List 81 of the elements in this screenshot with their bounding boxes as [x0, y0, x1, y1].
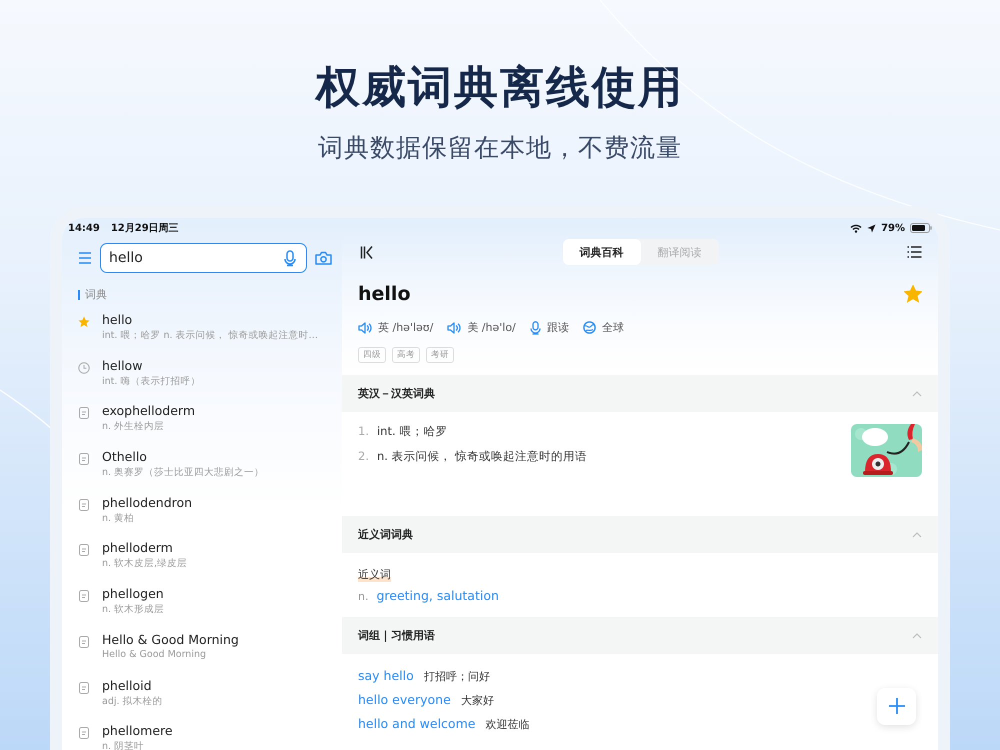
document-icon	[79, 590, 89, 602]
phrase-meaning: 大家好	[460, 693, 494, 708]
phrase-meaning: 欢迎莅临	[485, 717, 530, 732]
result-word: hello	[102, 312, 134, 327]
result-word: hellow	[102, 358, 144, 373]
document-icon	[79, 453, 89, 466]
search-field[interactable]: hello	[100, 243, 307, 273]
result-item[interactable]: phellogen n. 软木形成层	[62, 586, 342, 632]
definition-text: n. 表示问候， 惊奇或唤起注意时的用语	[376, 449, 588, 464]
headword: hello	[358, 283, 410, 305]
result-gloss: Hello & Good Morning	[102, 648, 208, 660]
status-date: 12月29日周三	[110, 222, 179, 235]
result-word: phellomere	[102, 723, 173, 738]
pronunciation-label[interactable]: 全球	[602, 320, 624, 335]
phrase-meaning: 打招呼；问好	[424, 669, 490, 684]
microphone-icon[interactable]	[530, 320, 541, 334]
microphone-icon[interactable]	[284, 250, 296, 266]
pronunciation-label[interactable]: 英 /hə'ləʊ/	[378, 320, 434, 335]
star-icon[interactable]	[904, 285, 922, 303]
result-word: Othello	[102, 449, 148, 464]
add-button[interactable]	[877, 688, 916, 725]
battery-percent: 79%	[881, 222, 905, 234]
result-item[interactable]: exophelloderm n. 外生栓内层	[62, 403, 342, 450]
result-item[interactable]: phelloderm n. 软木皮层,绿皮层	[62, 540, 342, 586]
result-gloss: n. 软木皮层,绿皮层	[102, 557, 188, 570]
result-gloss: n. 外生栓内层	[102, 420, 166, 434]
result-gloss: adj. 拟木栓的	[102, 694, 163, 708]
globe-icon[interactable]	[582, 321, 596, 334]
result-word: phelloid	[102, 678, 153, 692]
result-word: phelloderm	[102, 540, 174, 556]
collapse-sidebar-icon[interactable]	[360, 246, 374, 258]
document-icon	[79, 636, 89, 648]
list-icon[interactable]	[907, 246, 922, 258]
result-word: Hello & Good Morning	[102, 632, 239, 647]
result-item[interactable]: Othello n. 奥赛罗（莎士比亚四大悲剧之一）	[62, 449, 342, 495]
camera-icon[interactable]	[315, 251, 332, 265]
status-time: 14:49	[68, 222, 100, 234]
level-tag: 考研	[426, 347, 454, 363]
section-header[interactable]: 近义词词典	[342, 516, 938, 553]
definition-number: 2.	[358, 449, 369, 464]
result-gloss: int. 喂；哈罗 n. 表示问候， 惊奇或唤起注意时…	[102, 329, 318, 342]
star-icon	[78, 316, 90, 328]
menu-icon[interactable]	[78, 252, 92, 264]
level-tag: 高考	[392, 347, 420, 363]
result-item[interactable]: Hello & Good Morning Hello & Good Morning	[62, 632, 342, 678]
document-icon	[79, 498, 89, 511]
tab[interactable]: 词典百科	[562, 239, 640, 265]
result-item[interactable]: phellodendron n. 黄柏	[62, 494, 342, 540]
document-icon	[79, 727, 89, 740]
result-gloss: n. 奥赛罗（莎士比亚四大悲剧之一）	[102, 466, 264, 480]
definition-text: int. 喂；哈罗	[376, 424, 448, 439]
result-item[interactable]: hello int. 喂；哈罗 n. 表示问候， 惊奇或唤起注意时…	[62, 312, 342, 358]
location-arrow-icon	[867, 224, 876, 232]
pronunciation-label[interactable]: 跟读	[546, 320, 569, 335]
battery-icon	[910, 223, 932, 233]
pronunciation-label[interactable]: 美 /hə'lo/	[467, 320, 516, 335]
result-gloss: int. 嗨（表示打招呼）	[102, 374, 200, 388]
document-icon	[79, 407, 89, 420]
speaker-icon[interactable]	[358, 322, 372, 334]
section-header[interactable]: 词组｜习惯用语	[342, 617, 938, 654]
result-gloss: n. 黄柏	[102, 512, 136, 525]
document-icon	[79, 682, 89, 694]
subheadline: 词典数据保留在本地，不费流量	[318, 132, 682, 164]
result-item[interactable]: phelloid adj. 拟木栓的	[62, 678, 342, 724]
section-label: 词典	[85, 287, 107, 302]
plus-icon	[888, 697, 906, 716]
document-icon	[79, 544, 89, 556]
result-item[interactable]: hellow int. 嗨（表示打招呼）	[62, 358, 342, 404]
result-word: phellogen	[102, 586, 164, 602]
headline: 权威词典离线使用	[316, 62, 684, 114]
wifi-icon	[850, 224, 862, 232]
result-word: exophelloderm	[102, 403, 195, 418]
synonym-label: 近义词	[358, 567, 391, 582]
result-gloss: n. 软木形成层	[102, 603, 164, 616]
level-tag: 四级	[358, 347, 386, 363]
result-word: phellodendron	[102, 494, 192, 510]
speaker-icon[interactable]	[447, 322, 462, 334]
section-header[interactable]: 英汉－汉英词典	[342, 375, 938, 412]
definition-number: 1.	[358, 424, 369, 439]
clock-icon	[78, 362, 90, 374]
part-of-speech: n.	[358, 590, 368, 603]
